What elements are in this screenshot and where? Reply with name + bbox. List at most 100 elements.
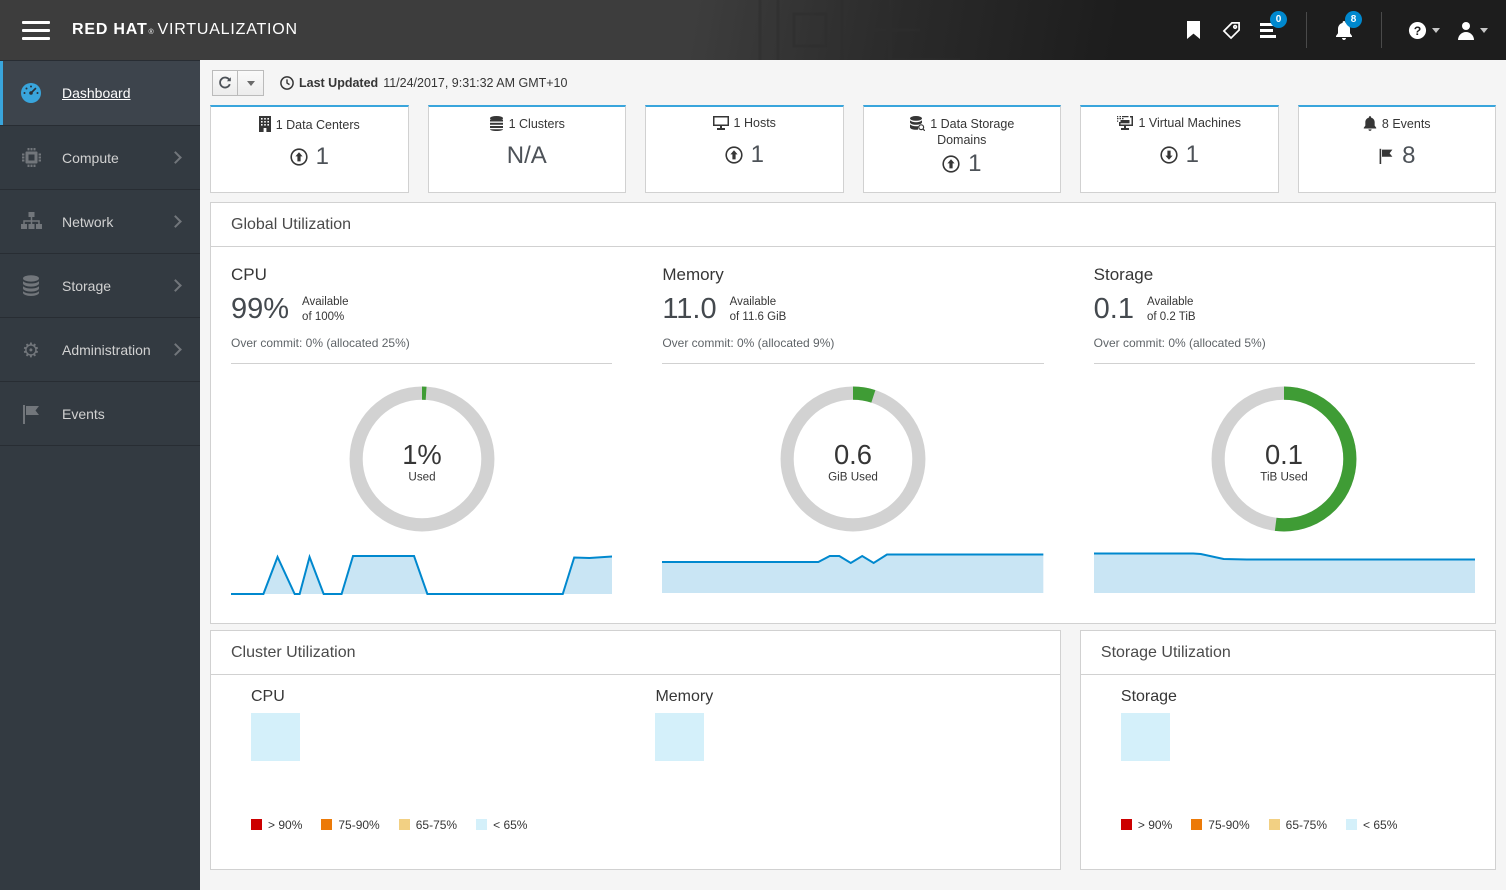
sidebar-item-label: Storage (62, 277, 112, 294)
card-virtual-machines[interactable]: 1 Virtual Machines 1 (1080, 105, 1279, 193)
cluster-memory-heatmap: Memory (655, 688, 1059, 832)
tasks-button[interactable]: 0 (1250, 0, 1288, 60)
sidebar-item-dashboard[interactable]: Dashboard (0, 60, 200, 126)
cluster-utilization-panel: Cluster Utilization CPU > 90% 75-90% 65-… (210, 629, 1061, 870)
heatmap-cell[interactable] (251, 712, 300, 761)
refresh-icon (219, 76, 231, 89)
chevron-down-icon (1479, 27, 1488, 33)
card-title: 1 Data Centers (217, 116, 402, 134)
chevron-down-icon (246, 80, 255, 86)
sidebar-item-network[interactable]: Network (0, 190, 200, 254)
last-updated-label: Last Updated (299, 76, 379, 90)
legend-swatch-yellow (1268, 819, 1280, 831)
last-updated-status: Last Updated 11/24/2017, 9:31:32 AM GMT+… (280, 76, 567, 90)
virtual-machine-icon (1117, 116, 1134, 130)
memory-available-label: Available of 11.6 GiB (729, 296, 787, 323)
brand-trademark: ® (148, 29, 155, 36)
legend-swatch-blue (1346, 819, 1358, 831)
storage-available-label: Available of 0.2 TiB (1146, 296, 1196, 323)
menu-toggle-button[interactable] (0, 0, 72, 60)
chevron-right-icon (169, 279, 182, 292)
sidebar-item-label: Dashboard (62, 85, 131, 101)
sidebar-item-compute[interactable]: Compute (0, 126, 200, 190)
card-value: 1 (652, 141, 837, 169)
sidebar-item-storage[interactable]: Storage (0, 254, 200, 318)
memory-available-value: 11.0 (662, 293, 717, 326)
cluster-cpu-heatmap: CPU > 90% 75-90% 65-75% < 65% (251, 688, 655, 832)
chevron-right-icon (169, 215, 182, 228)
card-title: 8 Events (1305, 116, 1490, 133)
card-value: 1 (217, 143, 402, 171)
flag-icon (0, 404, 62, 424)
dashboard-page: RED HAT ® VIRTUALIZATION 0 8 ? Dashboard… (0, 0, 1506, 890)
sidebar-item-administration[interactable]: ⚙ Administration (0, 318, 200, 382)
heatmap-title: Storage (1120, 687, 1177, 705)
heatmap-cell[interactable] (1120, 712, 1170, 761)
card-value: 1 (1087, 141, 1272, 169)
trend-up-icon (724, 146, 743, 164)
cluster-icon (489, 116, 503, 131)
card-storage-domains[interactable]: 1 Data Storage Domains 1 (862, 105, 1061, 193)
svg-text:GiB Used: GiB Used (828, 470, 878, 483)
sidebar-item-events[interactable]: Events (0, 382, 200, 446)
user-menu-button[interactable] (1448, 0, 1496, 60)
notifications-button[interactable]: 8 (1325, 0, 1363, 60)
column-title: CPU (231, 265, 267, 284)
storage-utilization-panel: Storage Utilization Storage > 90% 75-90%… (1079, 629, 1496, 870)
help-menu-button[interactable]: ? (1400, 0, 1448, 60)
gear-icon: ⚙ (22, 337, 40, 362)
storage-available-value: 0.1 (1093, 293, 1134, 326)
sidebar-item-label: Compute (62, 149, 119, 166)
card-value: 8 (1305, 142, 1490, 170)
chevron-right-icon (169, 151, 182, 164)
legend-swatch-yellow (398, 819, 410, 831)
memory-overcommit: Over commit: 0% (allocated 9%) (662, 335, 835, 350)
help-icon: ? (1408, 21, 1427, 39)
svg-text:Used: Used (408, 470, 435, 483)
last-updated-value: 11/24/2017, 9:31:32 AM GMT+10 (383, 76, 568, 90)
cpu-available-label: Available of 100% (302, 296, 349, 323)
cpu-available-value: 99% (231, 293, 290, 326)
legend-swatch-orange (1191, 819, 1203, 831)
svg-text:TiB Used: TiB Used (1261, 470, 1308, 483)
heatmap-legend: > 90% 75-90% 65-75% < 65% (1120, 818, 1495, 832)
clock-icon (280, 76, 294, 90)
panel-title: Cluster Utilization (211, 631, 1060, 675)
panel-title: Storage Utilization (1080, 631, 1495, 675)
memory-sparkline-chart (662, 547, 1044, 597)
global-storage-column: Storage 0.1 Available of 0.2 TiB Over co… (1093, 251, 1475, 597)
card-title: 1 Data Storage Domains (870, 116, 1055, 148)
trend-up-icon (289, 148, 308, 166)
legend-swatch-red (251, 819, 262, 831)
trend-down-icon (1159, 146, 1178, 164)
column-title: Storage (1093, 265, 1154, 284)
card-hosts[interactable]: 1 Hosts 1 (645, 105, 844, 193)
masthead-divider (1381, 12, 1382, 48)
card-events[interactable]: 8 Events 8 (1297, 105, 1496, 193)
sidebar-item-label: Events (62, 405, 105, 422)
sidebar-item-label: Network (62, 213, 114, 230)
column-title: Memory (662, 265, 724, 284)
card-clusters[interactable]: 1 Clusters N/A (427, 105, 626, 193)
masthead: RED HAT ® VIRTUALIZATION 0 8 ? (0, 0, 1506, 60)
storage-heatmap: Storage > 90% 75-90% 65-75% < 65% (1120, 687, 1495, 832)
svg-text:0.6: 0.6 (834, 439, 872, 470)
cpu-overcommit: Over commit: 0% (allocated 25%) (231, 335, 410, 350)
storage-overcommit: Over commit: 0% (allocated 5%) (1093, 335, 1266, 350)
refresh-interval-dropdown-button[interactable] (238, 70, 264, 96)
masthead-divider (1306, 12, 1307, 48)
card-data-centers[interactable]: 1 Data Centers 1 (210, 105, 409, 193)
cpu-sparkline-chart (231, 547, 613, 597)
storage-domain-icon (910, 116, 926, 132)
heatmap-cell[interactable] (655, 712, 705, 761)
tags-button[interactable] (1212, 0, 1250, 60)
dashboard-content: Last Updated 11/24/2017, 9:31:32 AM GMT+… (200, 60, 1506, 890)
svg-text:?: ? (1414, 23, 1422, 37)
refresh-button[interactable] (212, 70, 238, 96)
brand-rest: VIRTUALIZATION (157, 21, 298, 38)
tag-icon (1222, 21, 1240, 39)
vertical-nav: Dashboard Compute Network Storage ⚙ Admi (0, 60, 200, 890)
desktop-icon (712, 116, 729, 130)
bookmark-button[interactable] (1174, 0, 1212, 60)
cpu-chip-icon (0, 147, 62, 168)
